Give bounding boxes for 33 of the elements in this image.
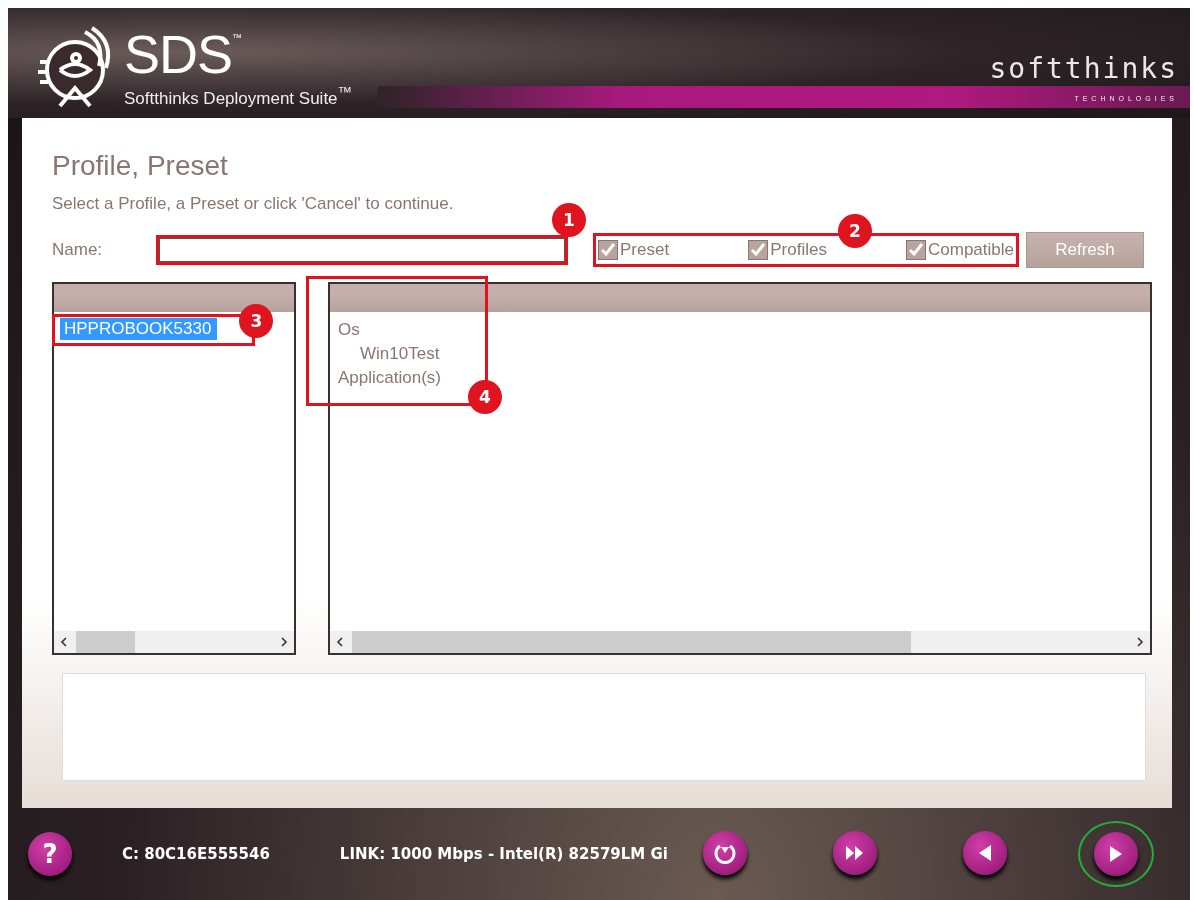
network-link-text: LINK: 1000 Mbps - Intel(R) 82579LM Gi bbox=[339, 845, 668, 863]
filter-checkbox[interactable]: Profiles bbox=[748, 240, 827, 260]
disk-id-text: C: 80C16E555546 bbox=[122, 845, 270, 863]
scrollbar-thumb[interactable] bbox=[352, 631, 911, 653]
callout-badge: 1 bbox=[552, 203, 586, 237]
skip-button[interactable] bbox=[832, 831, 877, 875]
play-icon bbox=[1107, 845, 1124, 863]
horizontal-scrollbar[interactable] bbox=[330, 631, 1150, 653]
page-title: Profile, Preset bbox=[52, 150, 229, 182]
profile-item[interactable]: HPPROBOOK5330 bbox=[60, 318, 218, 340]
scrollbar-thumb[interactable] bbox=[76, 631, 135, 653]
page-instruction: Select a Profile, a Preset or click 'Cancel' to continue. bbox=[52, 194, 455, 214]
restore-button[interactable] bbox=[702, 831, 747, 875]
company-logo-text: softthinks bbox=[989, 53, 1178, 85]
scroll-right-icon[interactable] bbox=[280, 637, 288, 647]
back-button[interactable] bbox=[962, 831, 1007, 875]
filter-checkbox[interactable]: Compatible bbox=[906, 240, 1014, 260]
horizontal-scrollbar[interactable] bbox=[54, 631, 294, 653]
logo-wordmark: SDS bbox=[124, 25, 233, 82]
refresh-button[interactable]: Refresh bbox=[1026, 232, 1144, 268]
name-label: Name: bbox=[52, 240, 104, 260]
product-name: Softthinks Deployment Suite$^{™}$ bbox=[124, 82, 352, 109]
tree-node[interactable]: Os bbox=[332, 318, 1148, 342]
scroll-right-icon[interactable] bbox=[1136, 637, 1144, 647]
tree-node[interactable]: Win10Test bbox=[332, 342, 1148, 366]
callout-badge: 2 bbox=[838, 214, 872, 248]
next-button[interactable] bbox=[1093, 832, 1138, 876]
scroll-left-icon[interactable] bbox=[336, 637, 344, 647]
scroll-left-icon[interactable] bbox=[60, 637, 68, 647]
callout-badge: 3 bbox=[239, 304, 274, 338]
filter-checkbox[interactable]: Preset bbox=[598, 240, 670, 260]
help-button[interactable]: ? bbox=[28, 832, 72, 876]
trademark-mark: ™ bbox=[232, 31, 243, 43]
